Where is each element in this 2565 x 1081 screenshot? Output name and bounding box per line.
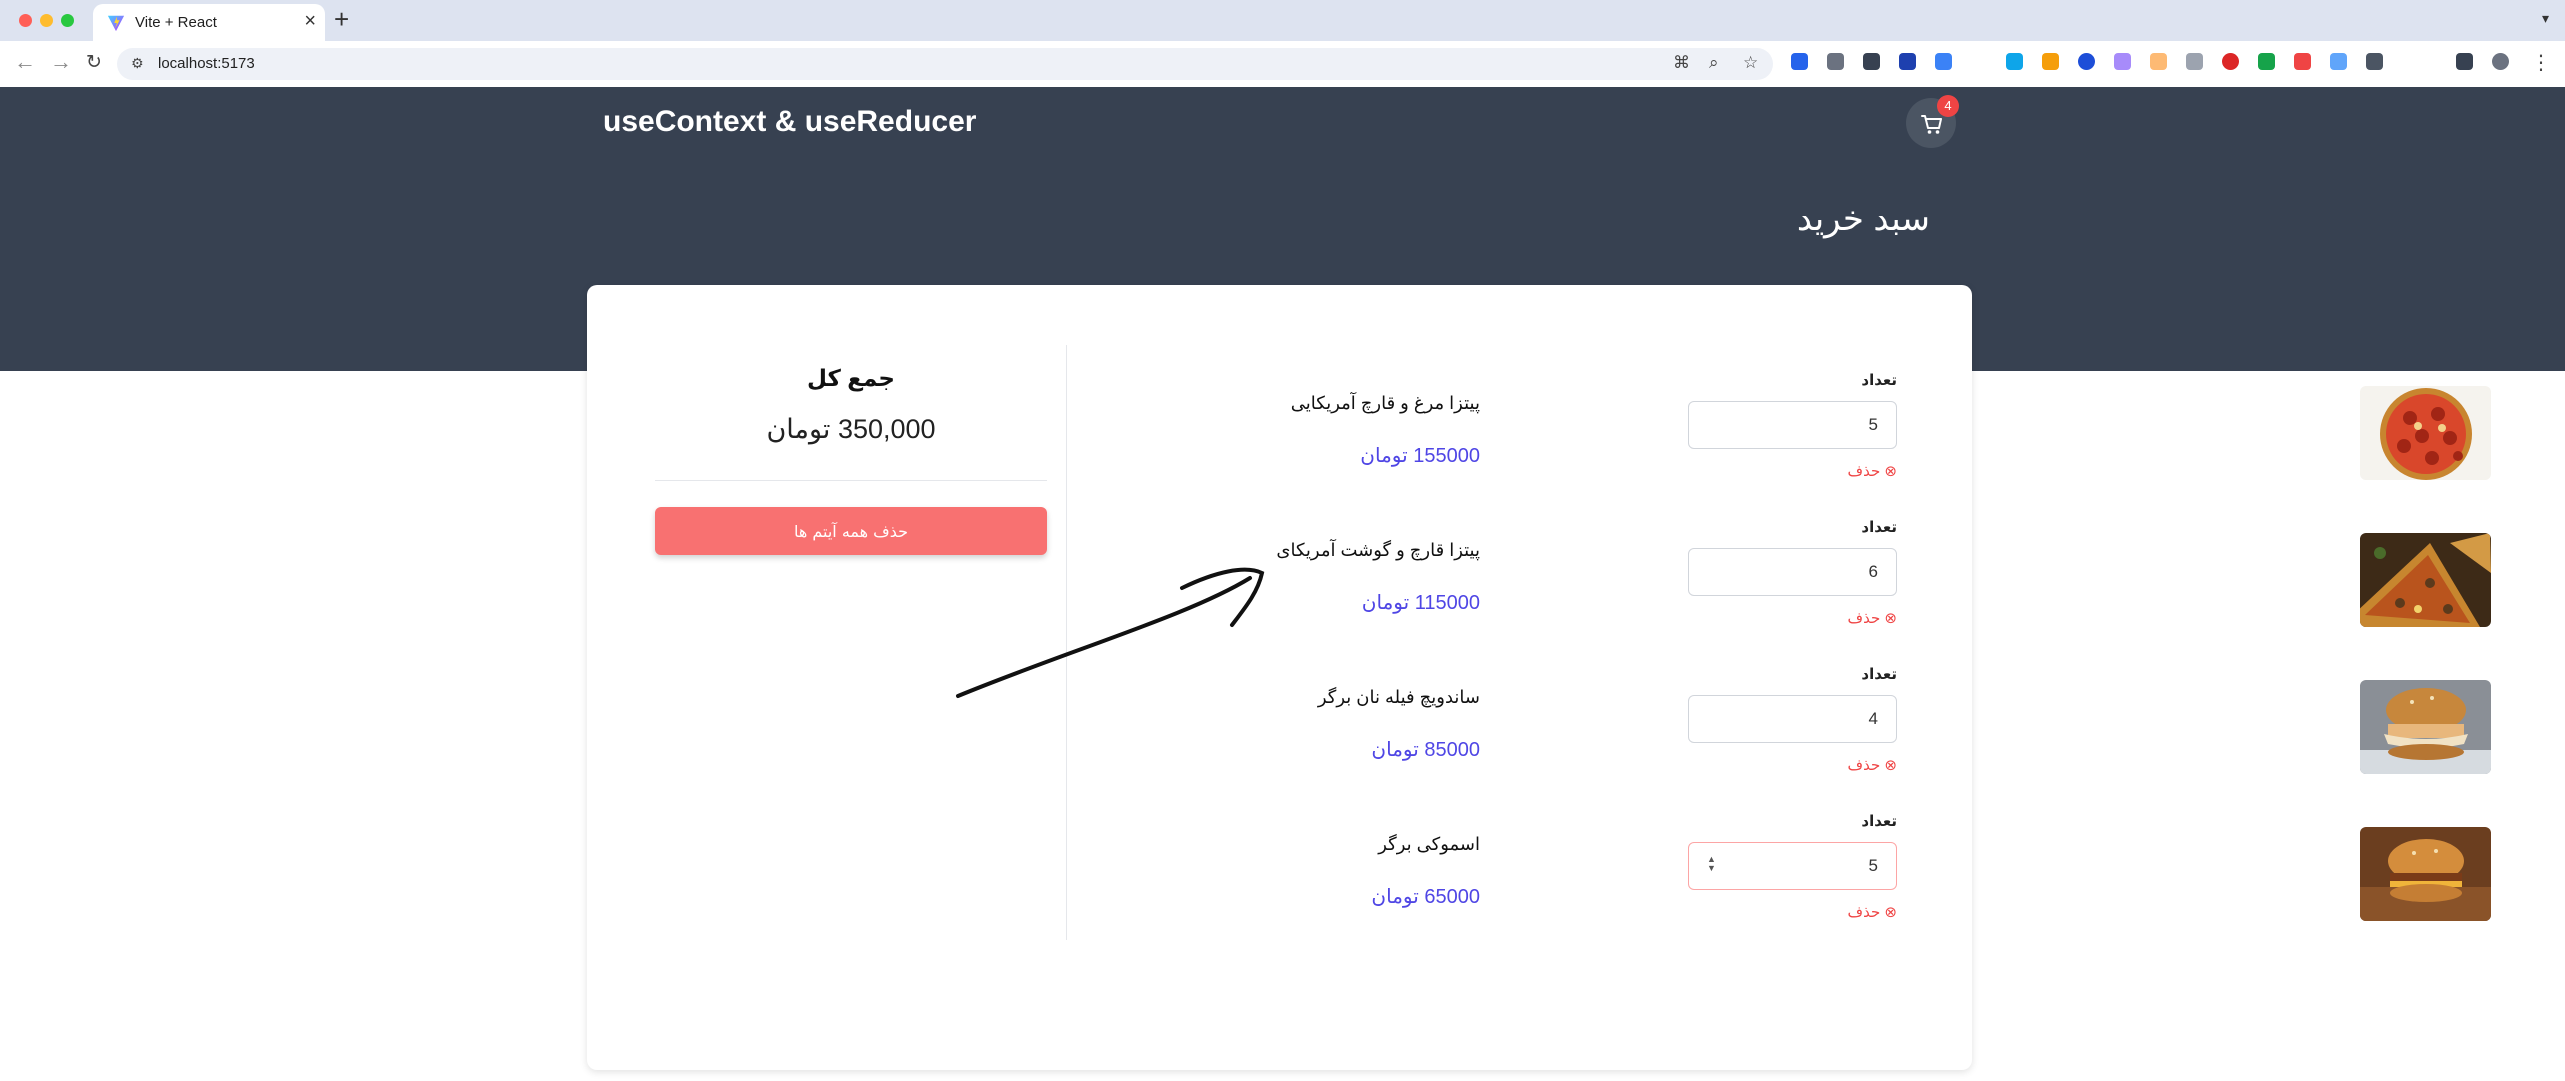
delete-label: حذف bbox=[1847, 757, 1881, 774]
browser-menu-icon[interactable]: ⋮ bbox=[2531, 50, 2551, 75]
bookmark-star-icon[interactable]: ☆ bbox=[1743, 53, 1758, 73]
window-maximize-button[interactable] bbox=[61, 14, 74, 27]
extension-icon-11[interactable] bbox=[2186, 53, 2203, 70]
extension-icon-12[interactable] bbox=[2222, 53, 2239, 70]
item-name: پیتزا مرغ و قارچ آمریکایی bbox=[1290, 393, 1480, 413]
extension-icon-5[interactable] bbox=[1935, 53, 1952, 70]
close-circle-icon: ⊗ bbox=[1884, 463, 1897, 480]
delete-item-link[interactable]: ⊗ حذف bbox=[1787, 462, 1897, 480]
forward-arrow-icon[interactable]: → bbox=[50, 49, 72, 75]
item-name: پیتزا قارچ و گوشت آمریکای bbox=[1276, 540, 1480, 560]
side-panel-icon[interactable] bbox=[2456, 53, 2473, 70]
cart-card: جمع کل 350,000 تومان حذف همه آیتم ها تعد… bbox=[587, 285, 2491, 1070]
translate-icon[interactable]: ⌘ bbox=[1673, 53, 1690, 73]
extension-icon-2[interactable] bbox=[1827, 53, 1844, 70]
back-arrow-icon[interactable]: ← bbox=[14, 49, 36, 75]
quantity-input[interactable]: 6 bbox=[1688, 548, 1897, 596]
extension-icon-13[interactable] bbox=[2258, 53, 2275, 70]
extension-icon-8[interactable] bbox=[2078, 53, 2095, 70]
zoom-icon[interactable]: ⌕ bbox=[1709, 53, 1719, 73]
new-tab-button[interactable]: + bbox=[334, 4, 349, 35]
extension-icon-10[interactable] bbox=[2150, 53, 2167, 70]
extension-icon-3[interactable] bbox=[1863, 53, 1880, 70]
close-circle-icon: ⊗ bbox=[1884, 757, 1897, 774]
clear-all-button[interactable]: حذف همه آیتم ها bbox=[655, 507, 1047, 555]
brand-title: useContext & useReducer bbox=[603, 105, 977, 138]
quantity-label: تعداد bbox=[1861, 519, 1897, 536]
extension-icon-6[interactable] bbox=[2006, 53, 2023, 70]
summary-divider bbox=[655, 480, 1047, 481]
quantity-label: تعداد bbox=[1861, 666, 1897, 683]
delete-item-link[interactable]: ⊗ حذف bbox=[1787, 903, 1897, 921]
item-name: اسموکی برگر bbox=[1378, 834, 1480, 854]
tab-search-chevron-icon[interactable]: ▾ bbox=[2542, 10, 2549, 27]
extension-icon-1[interactable] bbox=[1791, 53, 1808, 70]
delete-item-link[interactable]: ⊗ حذف bbox=[1787, 756, 1897, 774]
url-text[interactable]: localhost:5173 bbox=[158, 55, 255, 72]
quantity-input[interactable]: 5 bbox=[1688, 401, 1897, 449]
quantity-input[interactable]: 4 bbox=[1688, 695, 1897, 743]
window-close-button[interactable] bbox=[19, 14, 32, 27]
extension-icon-14[interactable] bbox=[2294, 53, 2311, 70]
close-circle-icon: ⊗ bbox=[1884, 610, 1897, 627]
item-price: 65000 تومان bbox=[1371, 886, 1480, 908]
item-image-smoky-burger bbox=[2360, 827, 2491, 921]
item-image-chicken-burger bbox=[2360, 680, 2491, 774]
delete-label: حذف bbox=[1847, 904, 1881, 921]
tab-title: Vite + React bbox=[135, 14, 217, 31]
item-name: ساندویچ فیله نان برگر bbox=[1317, 687, 1480, 707]
delete-item-link[interactable]: ⊗ حذف bbox=[1787, 609, 1897, 627]
browser-tab-bar: Vite + React × + ▾ bbox=[0, 0, 2565, 41]
extension-icon-7[interactable] bbox=[2042, 53, 2059, 70]
delete-label: حذف bbox=[1847, 610, 1881, 627]
item-image-meat-pizza bbox=[2360, 533, 2491, 627]
delete-label: حذف bbox=[1847, 463, 1881, 480]
site-info-icon[interactable]: ⚙ bbox=[131, 55, 144, 72]
vite-logo-icon bbox=[107, 15, 125, 32]
profile-avatar[interactable] bbox=[2492, 53, 2509, 70]
extension-icon-4[interactable] bbox=[1899, 53, 1916, 70]
quantity-label: تعداد bbox=[1861, 813, 1897, 830]
item-price: 115000 تومان bbox=[1361, 592, 1480, 614]
summary-total: 350,000 تومان bbox=[766, 414, 936, 444]
extensions-puzzle-icon[interactable] bbox=[2366, 53, 2383, 70]
cart-count-badge: 4 bbox=[1937, 95, 1959, 117]
item-price: 155000 تومان bbox=[1360, 445, 1480, 467]
quantity-value: 4 bbox=[1868, 709, 1878, 728]
item-price: 85000 تومان bbox=[1371, 739, 1480, 761]
close-circle-icon: ⊗ bbox=[1884, 904, 1897, 921]
quantity-input-focused[interactable]: ▲ ▼ 5 bbox=[1688, 842, 1897, 890]
summary-title: جمع کل bbox=[806, 365, 895, 391]
tab-close-icon[interactable]: × bbox=[304, 10, 316, 33]
column-divider bbox=[1066, 345, 1067, 940]
item-image-pepperoni-pizza bbox=[2360, 386, 2491, 480]
window-minimize-button[interactable] bbox=[40, 14, 53, 27]
quantity-label: تعداد bbox=[1861, 372, 1897, 389]
browser-tab[interactable]: Vite + React × bbox=[93, 4, 325, 41]
browser-toolbar: ← → ↻ ⚙ localhost:5173 ⌘ ⌕ ☆ ⋮ bbox=[0, 41, 2565, 88]
quantity-value: 6 bbox=[1868, 562, 1878, 581]
page-title: سبد خرید bbox=[1796, 200, 1930, 238]
quantity-value: 5 bbox=[1868, 856, 1878, 875]
extension-icon-9[interactable] bbox=[2114, 53, 2131, 70]
extension-icon-15[interactable] bbox=[2330, 53, 2347, 70]
reload-icon[interactable]: ↻ bbox=[86, 51, 102, 74]
address-bar[interactable]: ⚙ localhost:5173 ⌘ ⌕ ☆ bbox=[117, 48, 1773, 80]
number-spinner-icon[interactable]: ▲ ▼ bbox=[1707, 855, 1716, 873]
quantity-value: 5 bbox=[1868, 415, 1878, 434]
